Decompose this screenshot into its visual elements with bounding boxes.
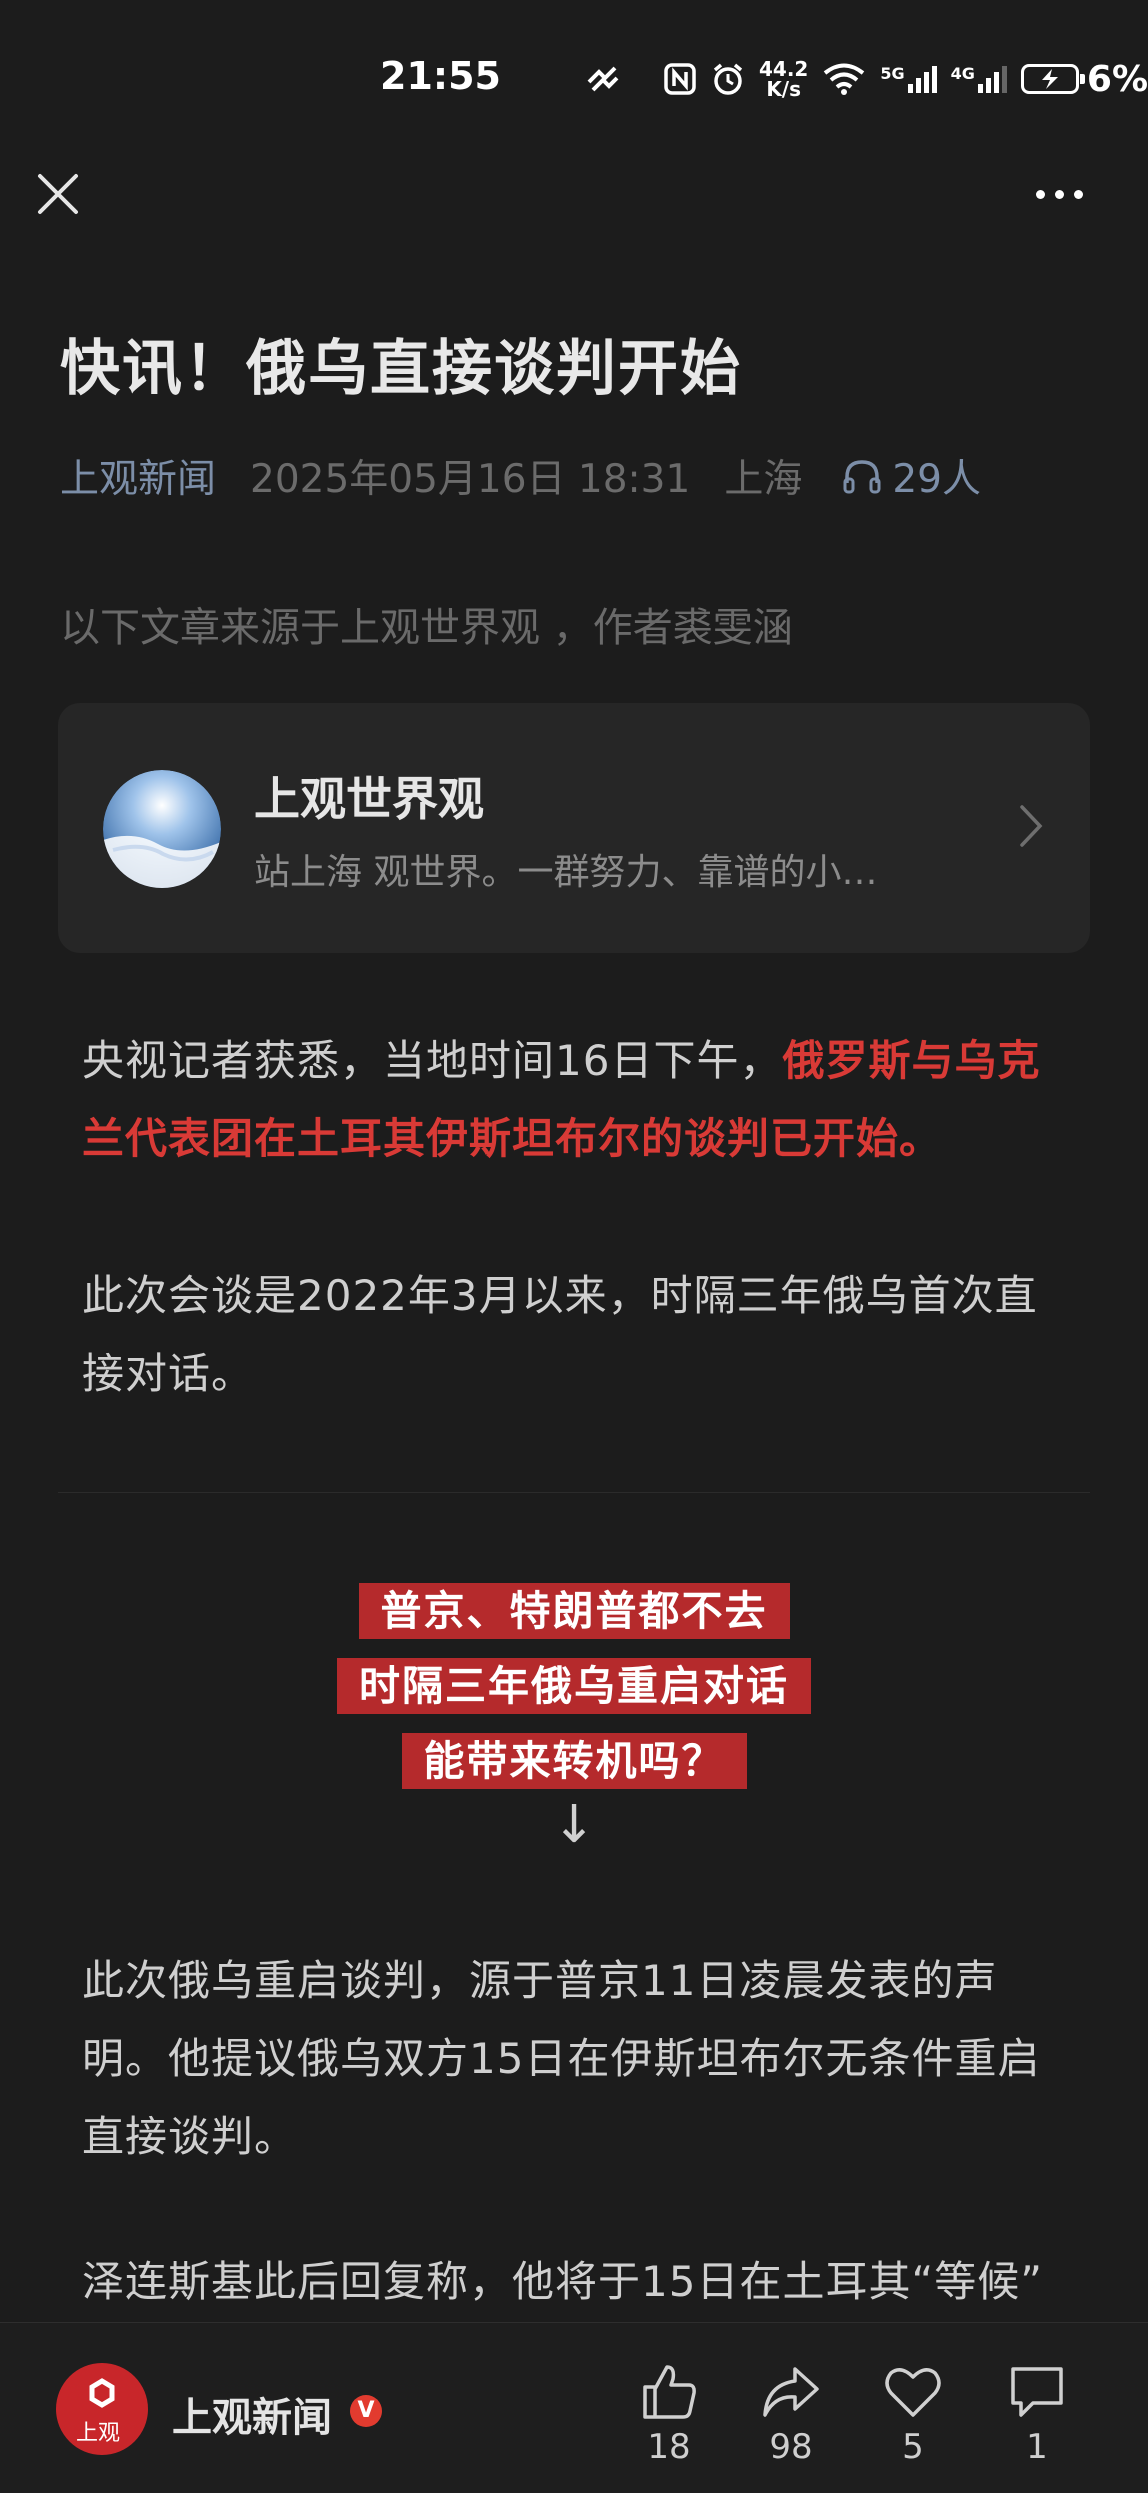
account-name: 上观世界观 xyxy=(254,772,484,826)
share-count: 98 xyxy=(769,2427,813,2467)
status-time: 21:55 xyxy=(380,54,501,98)
publisher-logo[interactable]: 上观 xyxy=(56,2363,148,2455)
alarm-icon xyxy=(713,63,743,95)
comment-button[interactable]: 1 xyxy=(992,2363,1082,2467)
article-title: 快讯！俄乌直接谈判开始 xyxy=(60,334,742,404)
share-button[interactable]: 98 xyxy=(746,2363,836,2467)
paragraph-2: 此次会谈是2022年3月以来，时隔三年俄乌首次直接对话。 xyxy=(82,1271,1038,1398)
nfc-icon xyxy=(664,63,696,95)
chevron-right-icon xyxy=(1020,805,1043,847)
account-avatar xyxy=(103,770,221,888)
signal-bars-icon xyxy=(977,66,1007,93)
share-icon xyxy=(763,2367,819,2417)
more-dot xyxy=(1055,189,1064,199)
signal-4g: 4G xyxy=(951,64,1007,94)
listen-button[interactable]: 29人 xyxy=(842,448,981,504)
status-icons: 44.2 K/s 5G 4G 6% xyxy=(585,54,1148,104)
headphones-icon xyxy=(843,460,881,494)
battery-icon xyxy=(1020,64,1085,94)
like-button[interactable]: 18 xyxy=(624,2363,714,2467)
net-speed: 44.2 K/s xyxy=(759,57,809,101)
like-count: 18 xyxy=(647,2427,691,2467)
down-arrow-icon: ↓ xyxy=(552,1795,596,1855)
account-card[interactable]: 上观世界观 站上海 观世界。一群努力、靠谱的小… xyxy=(58,703,1090,953)
account-description: 站上海 观世界。一群努力、靠谱的小… xyxy=(254,852,878,893)
close-icon xyxy=(38,174,78,214)
bottom-action-bar: 上观 上观新闻 V 18 98 5 1 xyxy=(0,2322,1148,2493)
battery-percent: 6% xyxy=(1086,58,1148,100)
more-dot xyxy=(1074,189,1083,199)
thumbs-up-icon xyxy=(643,2365,696,2419)
signal-bars-icon xyxy=(907,66,937,93)
comment-count: 1 xyxy=(1026,2427,1048,2467)
favorite-button[interactable]: 5 xyxy=(868,2363,958,2467)
article-meta: 上观新闻 2025年05月16日 18:31 上海 29人 xyxy=(60,448,981,504)
publisher-name[interactable]: 上观新闻 xyxy=(172,2385,332,2443)
paragraph-4: 泽连斯基此后回复称，他将于15日在土耳其“等候” xyxy=(82,2257,1043,2306)
paragraph-1-text: 央视记者获悉，当地时间16日下午， xyxy=(82,1036,783,1085)
data-saver-icon xyxy=(587,66,619,92)
status-bar: 21:55 44.2 K/s 5G 4G 6% xyxy=(0,48,1148,108)
verified-badge: V xyxy=(350,2395,382,2427)
comment-icon xyxy=(1011,2367,1063,2417)
source-note: 以下文章来源于上观世界观 ，作者裘雯涵 xyxy=(60,605,793,651)
close-button[interactable] xyxy=(32,168,84,220)
banner-line-2: 时隔三年俄乌重启对话 xyxy=(0,1652,1148,1714)
signal-5g: 5G xyxy=(880,64,937,94)
paragraph-3: 此次俄乌重启谈判，源于普京11日凌晨发表的声明。他提议俄乌双方15日在伊斯坦布尔… xyxy=(82,1956,1041,2161)
more-dot xyxy=(1036,189,1045,199)
publish-date: 2025年05月16日 18:31 xyxy=(250,457,691,502)
listener-count: 29人 xyxy=(892,457,981,502)
banner-line-3: 能带来转机吗？ xyxy=(0,1727,1148,1789)
paragraph-1: 央视记者获悉，当地时间16日下午，俄罗斯与乌克兰代表团在土耳其伊斯坦布尔的谈判已… xyxy=(82,1022,1072,1178)
banner-line-1: 普京、特朗普都不去 xyxy=(0,1577,1148,1639)
heart-icon xyxy=(885,2368,941,2417)
battery-indicator: 6% xyxy=(1020,58,1148,100)
logo-text: 上观 xyxy=(76,2421,121,2446)
wifi-icon xyxy=(824,63,865,95)
more-options-button[interactable] xyxy=(1036,176,1096,212)
source-link[interactable]: 上观新闻 xyxy=(60,448,216,504)
favorite-count: 5 xyxy=(902,2427,924,2467)
location: 上海 xyxy=(724,457,803,502)
divider xyxy=(58,1492,1090,1493)
